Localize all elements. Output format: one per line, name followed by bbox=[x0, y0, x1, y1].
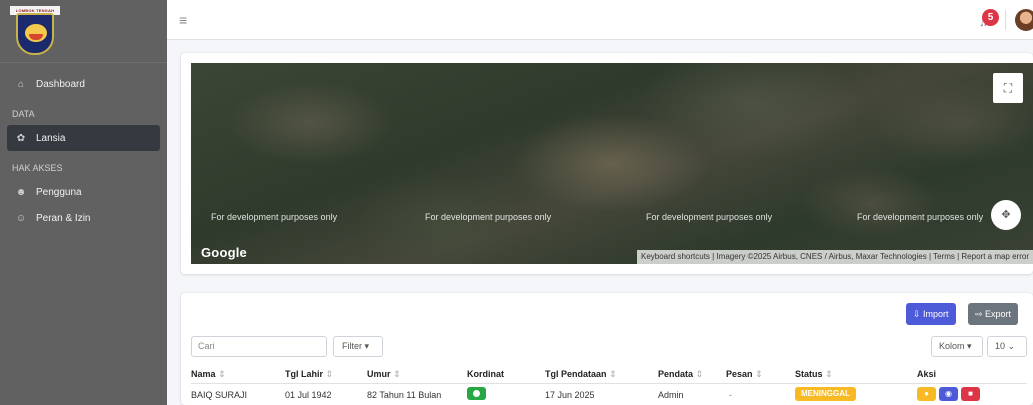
cell-pendata: Admin bbox=[658, 390, 684, 400]
caret-down-icon: ▾ bbox=[967, 341, 972, 351]
import-icon: ⇩ bbox=[913, 309, 924, 319]
sidebar-item-peran-izin[interactable]: ☺ Peran & Izin bbox=[7, 205, 160, 231]
map-card: For development purposes only For develo… bbox=[181, 53, 1033, 274]
column-header-status[interactable]: Status ⇕ bbox=[795, 369, 833, 380]
column-header-aksi: Aksi bbox=[917, 369, 937, 379]
columns-dropdown[interactable]: Kolom ▾ bbox=[931, 336, 983, 357]
notifications-button[interactable]: ♫ 5 bbox=[977, 9, 999, 29]
sidebar-item-label: Dashboard bbox=[36, 78, 85, 90]
elderly-icon: ✿ bbox=[16, 132, 26, 144]
notification-badge: 5 bbox=[982, 9, 999, 26]
divider bbox=[1005, 10, 1006, 30]
cell-nama: BAIQ SURAJI bbox=[191, 390, 248, 400]
map-watermark: For development purposes only bbox=[211, 212, 338, 222]
lansia-table-card: ⇩ Import ⇨ Export Cari Filter ▾ Kolom ▾ … bbox=[181, 293, 1033, 405]
sidebar-item-pengguna[interactable]: ☻ Pengguna bbox=[7, 179, 160, 205]
columns-label: Kolom bbox=[939, 341, 965, 351]
home-icon: ⌂ bbox=[17, 78, 25, 90]
column-header-tgl-pendataan[interactable]: Tgl Pendataan ⇕ bbox=[545, 369, 617, 380]
filter-dropdown[interactable]: Filter ▾ bbox=[333, 336, 383, 357]
sort-icon: ⇕ bbox=[755, 369, 763, 379]
map-attribution[interactable]: Keyboard shortcuts | Imagery ©2025 Airbu… bbox=[636, 250, 1033, 264]
cell-umur: 82 Tahun 11 Bulan bbox=[367, 390, 442, 400]
import-label: Import bbox=[923, 309, 949, 319]
column-header-kordinat: Kordinat bbox=[467, 369, 504, 379]
export-button[interactable]: ⇨ Export bbox=[968, 303, 1019, 325]
column-header-pesan[interactable]: Pesan ⇕ bbox=[726, 369, 763, 380]
sidebar-item-label: Lansia bbox=[36, 132, 66, 144]
caret-down-icon: ▾ bbox=[364, 341, 370, 351]
trash-icon[interactable]: ■ bbox=[961, 387, 980, 401]
filter-label: Filter bbox=[342, 341, 362, 351]
logo-emblem bbox=[25, 24, 47, 42]
satellite-map[interactable]: For development purposes only For develo… bbox=[191, 63, 1033, 264]
column-header-nama[interactable]: Nama ⇕ bbox=[191, 369, 226, 380]
map-marker-icon[interactable] bbox=[467, 387, 486, 400]
column-header-pendata[interactable]: Pendata ⇕ bbox=[658, 369, 703, 380]
cell-tgl-lahir: 01 Jul 1942 bbox=[285, 390, 332, 400]
avatar[interactable] bbox=[1015, 9, 1033, 31]
cell-pesan: - bbox=[729, 390, 732, 400]
import-button[interactable]: ⇩ Import bbox=[906, 303, 956, 325]
map-watermark: For development purposes only bbox=[857, 212, 984, 222]
sort-icon: ⇕ bbox=[825, 369, 833, 379]
sort-icon: ⇕ bbox=[393, 369, 401, 379]
sidebar-nav: ⌂ Dashboard DATA ✿ Lansia HAK AKSES ☻ Pe… bbox=[0, 63, 167, 231]
google-logo: Google bbox=[201, 245, 247, 260]
sidebar-item-label: Peran & Izin bbox=[36, 212, 91, 224]
sidebar-heading-data: DATA bbox=[12, 109, 35, 119]
column-header-umur[interactable]: Umur ⇕ bbox=[367, 369, 401, 380]
header-divider bbox=[191, 383, 1027, 384]
sidebar: LOMBOK TENGAH ⌂ Dashboard DATA ✿ Lansia … bbox=[0, 0, 167, 405]
map-watermark: For development purposes only bbox=[425, 212, 552, 222]
sidebar-item-label: Pengguna bbox=[36, 186, 82, 198]
sort-icon: ⇕ bbox=[695, 369, 704, 379]
sidebar-item-dashboard[interactable]: ⌂ Dashboard bbox=[7, 71, 160, 97]
search-input[interactable]: Cari bbox=[191, 336, 327, 357]
per-page-value: 10 bbox=[995, 341, 1006, 351]
export-icon: ⇨ bbox=[975, 309, 986, 319]
cell-tgl-pendataan: 17 Jun 2025 bbox=[545, 390, 595, 400]
sort-icon: ⇕ bbox=[325, 369, 334, 379]
export-label: Export bbox=[985, 309, 1012, 319]
menu-toggle-icon[interactable]: ≡ bbox=[179, 12, 187, 28]
map-watermark: For development purposes only bbox=[646, 212, 773, 222]
users-icon: ☻ bbox=[15, 186, 27, 198]
chevron-down-icon: ⌄ bbox=[1007, 341, 1016, 351]
per-page-select[interactable]: 10 ⌄ bbox=[987, 336, 1027, 357]
column-header-tgl-lahir[interactable]: Tgl Lahir ⇕ bbox=[285, 369, 333, 380]
logo[interactable]: LOMBOK TENGAH bbox=[10, 6, 60, 56]
sort-icon: ⇕ bbox=[609, 369, 617, 379]
logo-area: LOMBOK TENGAH bbox=[0, 0, 167, 63]
top-navbar: ≡ ♫ 5 bbox=[167, 0, 1033, 40]
fullscreen-icon[interactable]: ⛶ bbox=[993, 73, 1023, 103]
status-badge: MENINGGAL bbox=[795, 387, 856, 401]
view-eye-icon[interactable]: ◉ bbox=[939, 387, 958, 401]
location-pin-icon[interactable]: ● bbox=[917, 387, 936, 401]
sidebar-item-lansia[interactable]: ✿ Lansia bbox=[7, 125, 160, 151]
sidebar-heading-hak-akses: HAK AKSES bbox=[12, 163, 63, 173]
sort-icon: ⇕ bbox=[218, 369, 226, 379]
map-camera-control-icon[interactable]: ✥ bbox=[991, 200, 1021, 230]
user-tag-icon: ☺ bbox=[15, 212, 27, 224]
